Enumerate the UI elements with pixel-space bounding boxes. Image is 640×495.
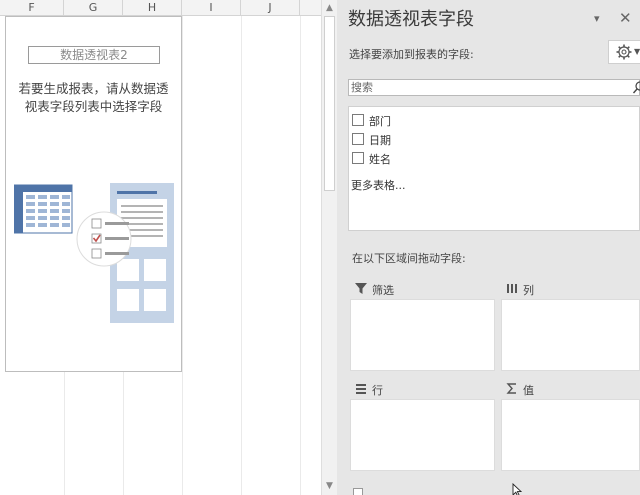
search-input[interactable] (349, 80, 619, 95)
columns-icon (507, 284, 517, 293)
zone-header: 行 (350, 379, 495, 399)
column-header-i[interactable]: I (182, 0, 241, 16)
column-header-j[interactable]: J (241, 0, 300, 16)
pivot-table-name: 数据透视表2 (28, 46, 160, 64)
chevron-down-icon[interactable]: ▾ (594, 12, 600, 25)
rows-icon (356, 384, 366, 394)
field-checkbox[interactable] (352, 152, 364, 164)
zone-label: 筛选 (372, 284, 394, 297)
field-label: 日期 (369, 134, 391, 147)
mouse-pointer-icon (512, 483, 522, 495)
gridline (241, 16, 242, 495)
search-icon[interactable] (632, 80, 640, 95)
instructions-line-2: 视表字段列表中选择字段 (24, 99, 163, 114)
instructions-line-1: 若要生成报表，请从数据透 (18, 81, 169, 96)
close-icon[interactable]: ✕ (619, 9, 632, 27)
field-item-department[interactable]: 部门 (352, 112, 552, 128)
drag-hint: 在以下区域间拖动字段: (352, 252, 466, 265)
gridline (182, 16, 183, 495)
filters-zone[interactable]: 筛选 (350, 279, 495, 371)
field-item-name[interactable]: 姓名 (352, 150, 552, 166)
column-header-h[interactable]: H (123, 0, 182, 16)
zone-header: 值 (501, 379, 640, 399)
worksheet: F G H I J 数据透视表2 若要生成报表，请从数据透 视表字段列表中选择字… (0, 0, 321, 495)
vertical-scrollbar[interactable]: ▲ ▼ (321, 0, 337, 495)
pivot-table-instructions: 若要生成报表，请从数据透 视表字段列表中选择字段 (6, 80, 181, 116)
field-label: 姓名 (369, 153, 391, 166)
chevron-down-icon: ▼ (634, 47, 640, 56)
field-checkbox[interactable] (352, 133, 364, 145)
tools-button[interactable]: ▼ (608, 40, 640, 64)
pane-title: 数据透视表字段 (348, 9, 474, 30)
pivot-table-placeholder[interactable]: 数据透视表2 若要生成报表，请从数据透 视表字段列表中选择字段 (5, 16, 182, 372)
zone-label: 行 (372, 384, 383, 397)
column-header-g[interactable]: G (64, 0, 123, 16)
field-search-box[interactable] (348, 79, 640, 96)
field-list: 部门 日期 姓名 更多表格... (348, 106, 640, 231)
zone-header: 列 (501, 279, 640, 299)
field-label: 部门 (369, 115, 391, 128)
pane-subtitle: 选择要添加到报表的字段: (349, 48, 474, 61)
rows-zone[interactable]: 行 (350, 379, 495, 471)
sigma-icon (506, 383, 516, 394)
scroll-down-icon[interactable]: ▼ (322, 480, 337, 492)
scrollbar-thumb[interactable] (324, 16, 335, 191)
scroll-up-icon[interactable]: ▲ (322, 2, 337, 14)
zone-label: 值 (523, 384, 534, 397)
zone-drop-area[interactable] (350, 299, 495, 371)
pivot-illustration-icon (14, 183, 174, 323)
values-zone[interactable]: 值 (501, 379, 640, 471)
field-item-date[interactable]: 日期 (352, 131, 552, 147)
pivot-fields-pane: 数据透视表字段 ▾ ✕ 选择要添加到报表的字段: ▼ 部门 (337, 0, 640, 495)
defer-update-checkbox[interactable] (353, 488, 363, 495)
columns-zone[interactable]: 列 (501, 279, 640, 371)
zone-drop-area[interactable] (350, 399, 495, 471)
column-header-row: F G H I J (0, 0, 321, 16)
gridline (300, 16, 301, 495)
field-checkbox[interactable] (352, 114, 364, 126)
zone-drop-area[interactable] (501, 399, 640, 471)
zone-drop-area[interactable] (501, 299, 640, 371)
zone-label: 列 (523, 284, 534, 297)
more-tables-link[interactable]: 更多表格... (351, 177, 406, 193)
filter-icon (355, 283, 367, 294)
column-header-f[interactable]: F (0, 0, 64, 16)
zone-header: 筛选 (350, 279, 495, 299)
gear-icon (616, 44, 632, 60)
